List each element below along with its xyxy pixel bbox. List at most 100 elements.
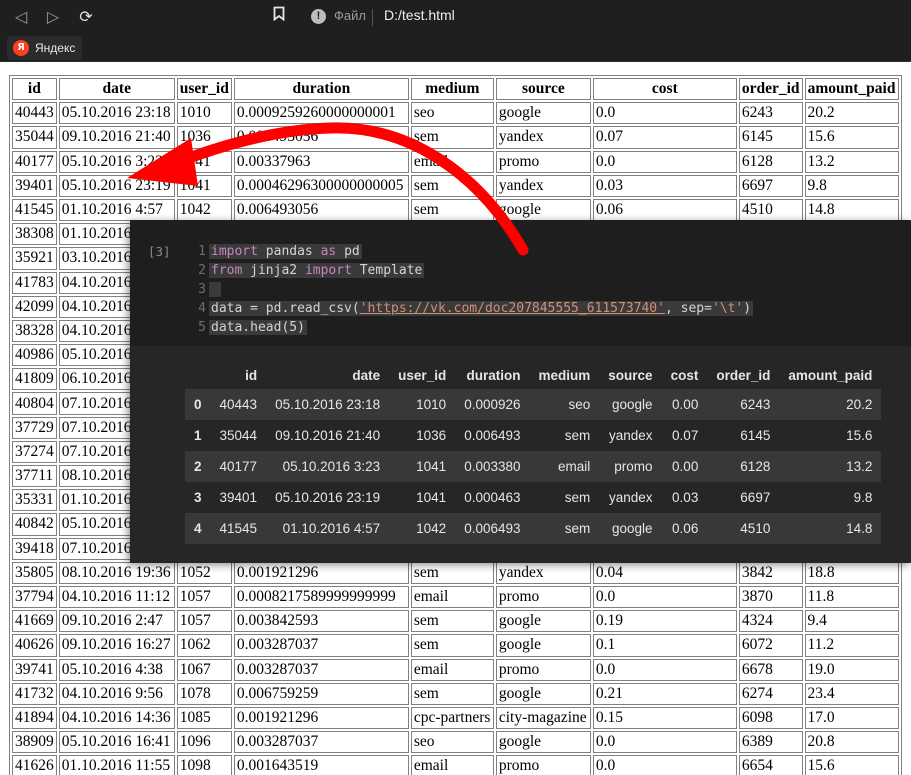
table-row: 38909 05.10.2016 16:41 1096 0.003287037 seo g… (12, 731, 899, 754)
bookmark-label: Яндекс (35, 41, 76, 55)
df-cell: 13.2 (846, 459, 873, 474)
table-cell: 0.0 (592, 755, 737, 775)
notebook-cell: [3] 1 import pandas as pd 2 from jinja2 im… (130, 220, 911, 563)
table-cell: 40842 (12, 513, 57, 536)
table-cell: 35331 (12, 489, 57, 512)
line-number: 5 (198, 320, 206, 335)
df-cell: 9.8 (853, 490, 873, 505)
table-cell: 42099 (12, 295, 57, 318)
df-cell: 40177 (219, 459, 258, 474)
code-text: data.head(5) (211, 320, 305, 335)
url-link[interactable]: 'https://vk.com/doc207845555_611573740' (360, 301, 665, 316)
table-cell: 11.2 (804, 634, 899, 657)
df-cell: yandex (609, 490, 653, 505)
table-cell: 0.00337963 (233, 150, 409, 173)
df-cell: 01.10.2016 4:57 (282, 521, 381, 536)
table-cell: 0.0009259260000000001 (233, 102, 409, 125)
code-text: pandas (257, 244, 321, 259)
code-line: 2 from jinja2 import Template (192, 261, 425, 280)
table-cell: 11.8 (804, 585, 899, 609)
table-cell: 1098 (176, 755, 232, 775)
table-cell: 37729 (12, 416, 57, 439)
table-cell: sem (410, 561, 494, 584)
df-row: 2 40177 05.10.2016 3:23 1041 0.003380 email pr… (185, 451, 882, 482)
table-cell: 0.03 (592, 174, 737, 197)
table-cell: 1085 (176, 706, 232, 730)
table-cell: 04.10.2016 11:12 (58, 585, 175, 609)
code-cell[interactable]: [3] 1 import pandas as pd 2 from jinja2 im… (130, 220, 911, 346)
site-info-icon[interactable]: ! (311, 9, 326, 24)
table-cell: 0.0008217589999999999 (233, 585, 409, 609)
table-cell: 41545 (12, 198, 57, 222)
code-text: data = pd.read_csv( (211, 301, 360, 316)
df-row: 0 40443 05.10.2016 23:18 1010 0.000926 seo goo… (185, 389, 882, 420)
table-row: 40443 05.10.2016 23:18 1010 0.0009259260000… (12, 102, 899, 125)
df-cell: 1010 (416, 397, 447, 412)
table-row: 40177 05.10.2016 3:23 1041 0.00337963 email p… (12, 150, 899, 173)
table-cell: yandex (495, 126, 591, 149)
df-row: 3 39401 05.10.2016 23:19 1041 0.000463 sem yan… (185, 482, 882, 513)
bookmark-icon[interactable] (268, 6, 290, 28)
table-cell: 4324 (738, 610, 803, 633)
table-cell: 04.10.2016 9:56 (58, 682, 175, 705)
column-header-source: source (495, 78, 591, 101)
df-cell: 15.6 (846, 428, 873, 443)
df-cell: 6128 (740, 459, 771, 474)
df-cell: 0.006493 (464, 521, 521, 536)
column-header-cost: cost (592, 78, 737, 101)
df-cell: 1041 (416, 490, 447, 505)
table-cell: email (410, 585, 494, 609)
back-icon[interactable]: ◁ (10, 6, 32, 28)
column-header-medium: medium (410, 78, 494, 101)
table-cell: 41626 (12, 755, 57, 775)
forward-icon[interactable]: ▷ (42, 6, 64, 28)
df-cell: email (558, 459, 591, 474)
df-cell: google (612, 521, 653, 536)
site-label[interactable]: Файл (334, 8, 366, 23)
keyword: from (211, 263, 243, 278)
df-cell: promo (614, 459, 653, 474)
table-cell: 01.10.2016 11:55 (58, 755, 175, 775)
table-row: 41545 01.10.2016 4:57 1042 0.006493056 sem go… (12, 198, 899, 222)
line-number: 2 (198, 263, 206, 278)
df-index: 1 (194, 428, 202, 443)
dataframe-header-row: id date user_id duration medium source cost ord… (185, 361, 881, 389)
table-cell: 17.0 (804, 706, 899, 730)
df-cell: 09.10.2016 21:40 (275, 428, 381, 443)
table-cell: 0.0 (592, 150, 737, 173)
table-cell: google (495, 102, 591, 125)
table-row: 41732 04.10.2016 9:56 1078 0.006759259 sem go… (12, 682, 899, 705)
address-bar[interactable]: D:/test.html (384, 7, 455, 23)
column-header-user-id: user_id (176, 78, 232, 101)
table-row: 41894 04.10.2016 14:36 1085 0.001921296 cpc-… (12, 706, 899, 730)
reload-icon[interactable]: ⟳ (75, 6, 97, 28)
df-cell: 6697 (740, 490, 771, 505)
table-cell: yandex (495, 174, 591, 197)
table-cell: 20.2 (804, 102, 899, 125)
table-cell: google (495, 198, 591, 222)
table-cell: 39418 (12, 537, 57, 560)
table-cell: sem (410, 634, 494, 657)
table-cell: email (410, 150, 494, 173)
table-cell: 0.1 (592, 634, 737, 657)
table-cell: 05.10.2016 16:41 (58, 731, 175, 754)
df-index: 4 (194, 521, 202, 536)
table-cell: 0.0 (592, 102, 737, 125)
table-row: 35044 09.10.2016 21:40 1036 0.006493056 sem y… (12, 126, 899, 149)
table-cell: 35805 (12, 561, 57, 584)
df-cell: 4510 (740, 521, 771, 536)
table-cell: 1010 (176, 102, 232, 125)
table-cell: 1041 (176, 150, 232, 173)
bookmark-yandex[interactable]: Я Яндекс (7, 36, 83, 60)
table-cell: 08.10.2016 19:36 (58, 561, 175, 584)
df-column-medium: medium (538, 367, 591, 383)
df-cell: 14.8 (846, 521, 873, 536)
df-cell: 05.10.2016 23:19 (275, 490, 381, 505)
table-cell: 6145 (738, 126, 803, 149)
df-cell: 6145 (740, 428, 771, 443)
table-cell: 1042 (176, 198, 232, 222)
table-cell: 1096 (176, 731, 232, 754)
table-cell: 0.00046296300000000005 (233, 174, 409, 197)
table-cell: 15.6 (804, 126, 899, 149)
keyword: import (211, 244, 258, 259)
